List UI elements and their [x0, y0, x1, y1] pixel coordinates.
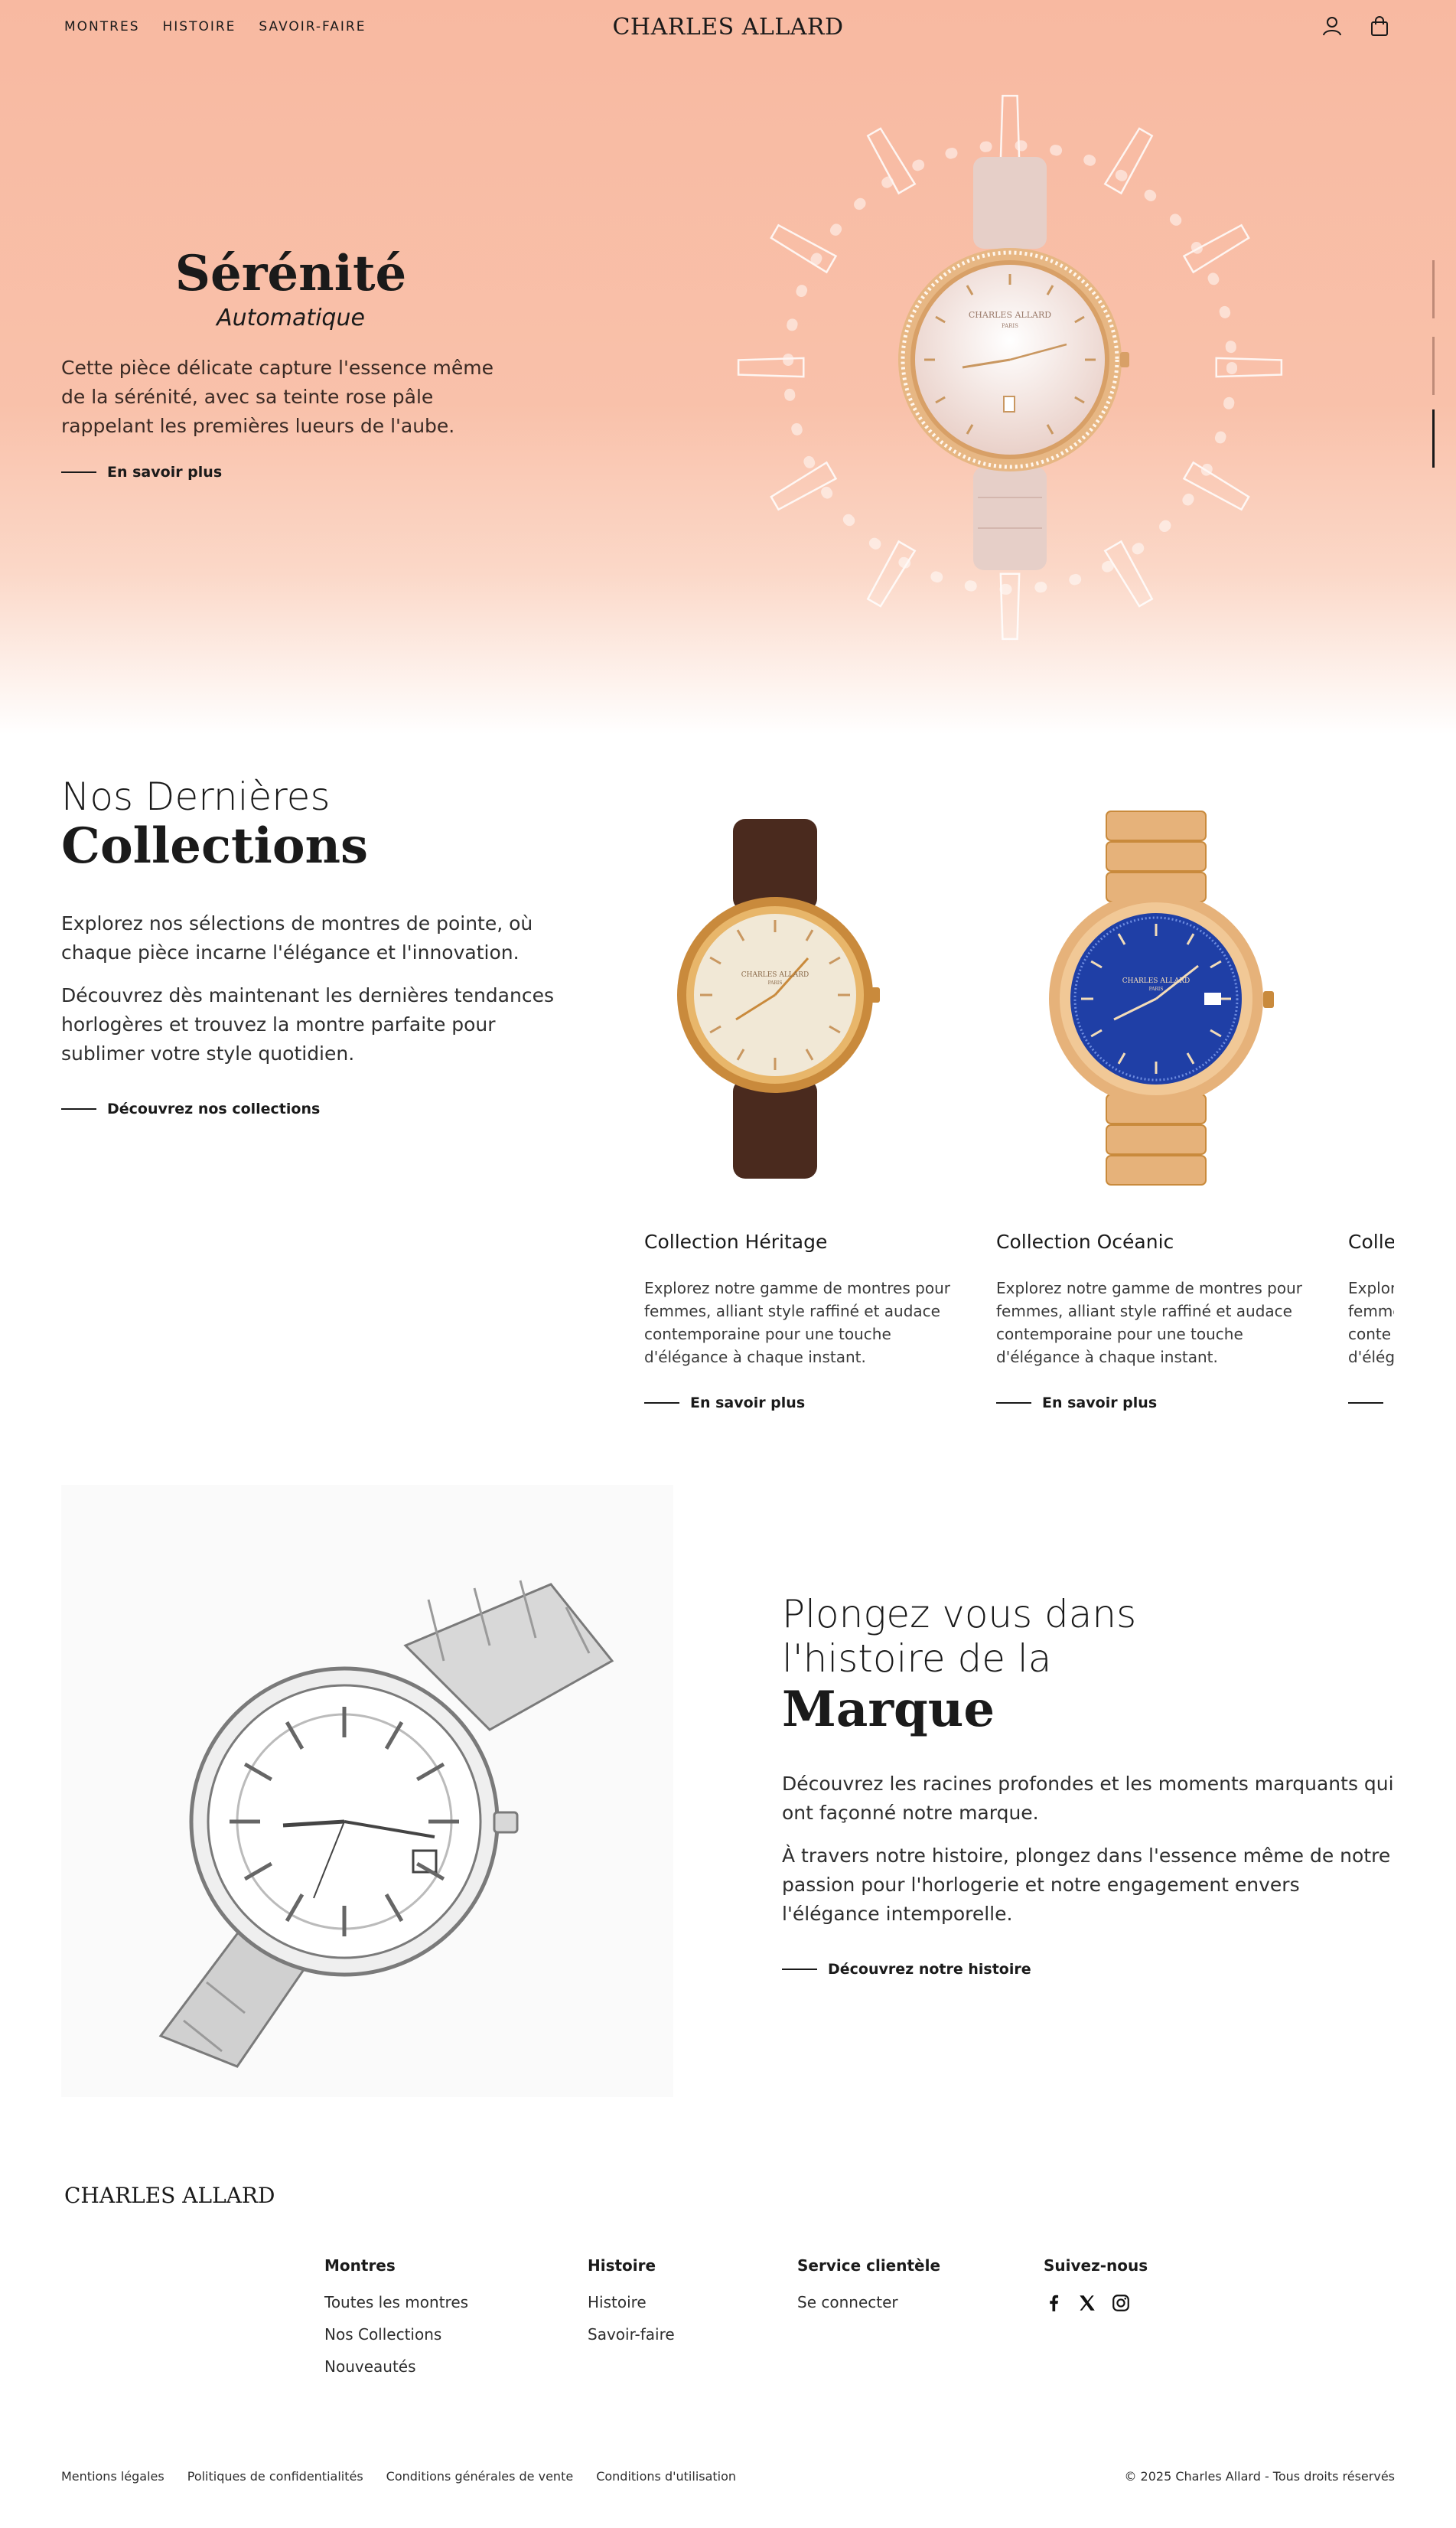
brand-logo[interactable]: CHARLES ALLARD [612, 14, 843, 41]
social-icons [1044, 2293, 1148, 2313]
ring-marker [1182, 461, 1250, 511]
collection-card-cta-label: En savoir plus [1042, 1394, 1158, 1411]
ring-marker [999, 572, 1021, 641]
footer-brand-logo[interactable]: CHARLES ALLARD [64, 2183, 275, 2208]
x-icon[interactable] [1077, 2293, 1097, 2313]
collection-card-cta[interactable]: E [1348, 1394, 1394, 1411]
oceanic-dial-city: PARIS [1149, 987, 1164, 992]
collection-card-cta[interactable]: En savoir plus [996, 1394, 1157, 1411]
story-cta[interactable]: Découvrez notre histoire [782, 1961, 1031, 1978]
ring-marker [737, 357, 805, 378]
hero-cta[interactable]: En savoir plus [61, 464, 222, 481]
hero-watch-image: CHARLES ALLARD PARIS [737, 94, 1283, 641]
hero-cta-label: En savoir plus [107, 464, 223, 481]
cta-line [644, 1402, 679, 1404]
instagram-icon[interactable] [1111, 2293, 1131, 2313]
legal-link-cgv[interactable]: Conditions générales de vente [386, 2469, 574, 2484]
legal-links: Mentions légales Politiques de confident… [61, 2469, 736, 2484]
oceanic-dial-brand: CHARLES ALLARD [1122, 977, 1191, 985]
heritage-dial-brand: CHARLES ALLARD [741, 971, 809, 979]
copyright-text: © 2025 Charles Allard - Tous droits rése… [1124, 2469, 1395, 2484]
collection-card-title: Collection Océanic [996, 1231, 1174, 1253]
brand-logo-container: CHARLES ALLARD [0, 14, 1456, 41]
hero-title: Sérénité [174, 245, 407, 302]
footer-column-title: Histoire [588, 2256, 656, 2275]
collections-heading-bold: Collections [61, 817, 369, 875]
sketch-watch-image [61, 1485, 673, 2097]
collections-heading-light: Nos Dernières [61, 775, 331, 819]
collection-card-cta[interactable]: En savoir plus [644, 1394, 805, 1411]
ring-marker [1103, 540, 1154, 608]
heritage-dial-city: PARIS [768, 980, 783, 986]
footer-column-histoire: Histoire Histoire Savoir-faire [588, 2256, 675, 2357]
slider-dot-2[interactable] [1432, 337, 1435, 395]
collection-card-title: Collection Héritage [644, 1231, 828, 1253]
story-heading-bold: Marque [782, 1681, 995, 1738]
footer-link-savoir-faire[interactable]: Savoir-faire [588, 2325, 675, 2344]
cta-line [61, 471, 96, 473]
footer-column-service: Service clientèle Se connecter [797, 2256, 940, 2325]
oceanic-watch-image: CHARLES ALLARD PARIS [1049, 811, 1274, 1186]
hero-dial-city: PARIS [1002, 323, 1018, 329]
legal-link-mentions[interactable]: Mentions légales [61, 2469, 164, 2484]
shopping-bag-icon[interactable] [1367, 14, 1392, 38]
footer-column-title: Suivez-nous [1044, 2256, 1148, 2275]
footer-column-montres: Montres Toutes les montres Nos Collectio… [324, 2256, 468, 2389]
slider-dot-1[interactable] [1432, 260, 1435, 318]
cta-line [1348, 1402, 1383, 1404]
ring-marker [1215, 357, 1283, 378]
footer-link-histoire[interactable]: Histoire [588, 2293, 675, 2311]
collections-paragraph-1: Explorez nos sélections de montres de po… [61, 912, 533, 964]
top-navigation: MONTRES HISTOIRE SAVOIR-FAIRE CHARLES AL… [0, 0, 1456, 55]
collection-card-description: Explorez notre gamme de montres pour fem… [996, 1279, 1302, 1366]
hero-description: Cette pièce délicate capture l'essence m… [61, 357, 494, 437]
ring-marker [1103, 127, 1154, 195]
nav-icons [1320, 14, 1392, 38]
facebook-icon[interactable] [1044, 2293, 1063, 2313]
collection-card-description: Explorez notre gamme de montres pour fem… [644, 1279, 950, 1366]
hero-section: MONTRES HISTOIRE SAVOIR-FAIRE CHARLES AL… [0, 0, 1456, 735]
collection-card-cta-label: En savoir plus [690, 1394, 806, 1411]
collection-card-partial[interactable]: Colle Explor femme conte d'élég E [1348, 1225, 1394, 1424]
collections-cta-label: Découvrez nos collections [107, 1101, 321, 1117]
legal-link-confidentialite[interactable]: Politiques de confidentialités [187, 2469, 363, 2484]
footer-link-se-connecter[interactable]: Se connecter [797, 2293, 940, 2311]
footer-column-social: Suivez-nous [1044, 2256, 1148, 2313]
ring-marker [866, 540, 917, 608]
cta-line [996, 1402, 1031, 1404]
collections-paragraph-2: Découvrez dès maintenant les dernières t… [61, 984, 554, 1065]
footer-link-nos-collections[interactable]: Nos Collections [324, 2325, 468, 2344]
story-heading-light: Plongez vous dans l'histoire de la [782, 1592, 1137, 1681]
ring-marker [770, 461, 838, 511]
ring-marker [770, 223, 838, 274]
hero-dial-brand: CHARLES ALLARD [969, 310, 1051, 320]
cta-line [782, 1969, 817, 1970]
heritage-watch-image: CHARLES ALLARD PARIS [677, 819, 880, 1179]
cta-line [61, 1108, 96, 1110]
collection-card-title: Colle [1348, 1231, 1394, 1253]
story-paragraph-1: Découvrez les racines profondes et les m… [782, 1773, 1394, 1824]
slider-dot-3[interactable] [1432, 409, 1435, 468]
user-icon[interactable] [1320, 14, 1344, 38]
footer-link-toutes-les-montres[interactable]: Toutes les montres [324, 2293, 468, 2311]
footer-column-title: Service clientèle [797, 2256, 941, 2275]
footer-link-nouveautes[interactable]: Nouveautés [324, 2357, 468, 2376]
story-paragraph-2: À travers notre histoire, plongez dans l… [782, 1845, 1391, 1925]
collection-card-description: Explor femme conte d'élég [1348, 1279, 1394, 1366]
ring-marker [999, 94, 1021, 162]
footer-column-title: Montres [324, 2256, 396, 2275]
collections-cta[interactable]: Découvrez nos collections [61, 1101, 320, 1117]
legal-link-cgu[interactable]: Conditions d'utilisation [596, 2469, 736, 2484]
hero-subtitle: Automatique [217, 305, 365, 331]
story-cta-label: Découvrez notre histoire [828, 1961, 1031, 1978]
